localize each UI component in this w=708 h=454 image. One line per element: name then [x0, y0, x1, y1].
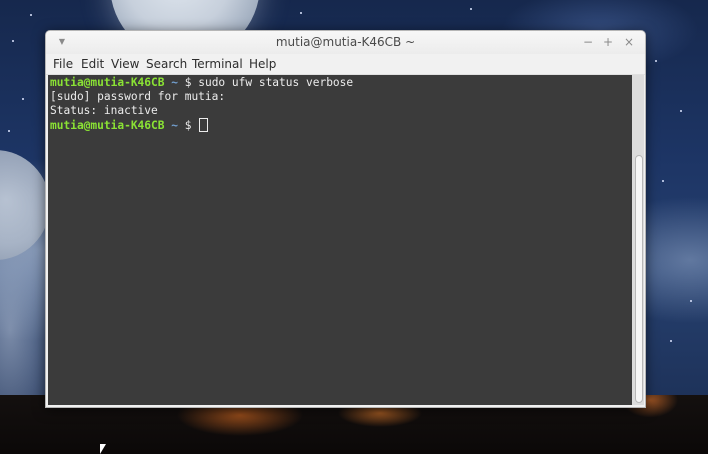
- terminal-output[interactable]: mutia@mutia-K46CB ~ $ sudo ufw status ve…: [48, 75, 632, 405]
- prompt-symbol: $: [184, 76, 199, 89]
- maximize-button[interactable]: +: [601, 35, 615, 49]
- terminal-line-prompt: mutia@mutia-K46CB ~ $: [50, 118, 209, 132]
- scrollbar-thumb[interactable]: [635, 155, 643, 403]
- terminal-line-command: mutia@mutia-K46CB ~ $ sudo ufw status ve…: [50, 76, 353, 90]
- star: [300, 12, 302, 14]
- star: [8, 130, 10, 132]
- menu-help[interactable]: Help: [249, 54, 276, 74]
- prompt-user-host: mutia@mutia-K46CB: [50, 119, 165, 132]
- chevron-down-icon[interactable]: ▼: [56, 36, 68, 48]
- terminal-line-status: Status: inactive: [50, 104, 158, 117]
- window-title: mutia@mutia-K46CB ~: [275, 35, 416, 49]
- star: [690, 300, 692, 302]
- terminal-line-sudo-prompt: [sudo] password for mutia:: [50, 90, 226, 103]
- menu-search[interactable]: Search: [146, 54, 187, 74]
- prompt-user-host: mutia@mutia-K46CB: [50, 76, 165, 89]
- close-button[interactable]: ×: [622, 35, 636, 49]
- star: [670, 340, 672, 342]
- prompt-symbol: $: [184, 119, 199, 132]
- command-text: sudo ufw status verbose: [198, 76, 354, 89]
- menu-view[interactable]: View: [111, 54, 139, 74]
- star: [30, 14, 32, 16]
- menu-terminal[interactable]: Terminal: [192, 54, 243, 74]
- star: [470, 8, 472, 10]
- mouse-pointer-icon: [100, 444, 112, 454]
- star: [662, 180, 664, 182]
- prompt-path: ~: [164, 119, 185, 132]
- moon-graphic-left: [0, 150, 50, 260]
- minimize-button[interactable]: −: [581, 35, 595, 49]
- window-titlebar[interactable]: mutia@mutia-K46CB ~ ▼ − + ×: [46, 31, 645, 54]
- menu-file[interactable]: File: [53, 54, 73, 74]
- terminal-scrollbar[interactable]: [632, 75, 644, 405]
- star: [680, 110, 682, 112]
- star: [22, 98, 24, 100]
- text-cursor: [199, 118, 209, 132]
- menu-bar: File Edit View Search Terminal Help: [46, 54, 645, 75]
- star: [12, 40, 14, 42]
- star: [655, 60, 657, 62]
- terminal-window: mutia@mutia-K46CB ~ ▼ − + × File Edit Vi…: [45, 30, 646, 408]
- menu-edit[interactable]: Edit: [81, 54, 104, 74]
- prompt-path: ~: [164, 76, 185, 89]
